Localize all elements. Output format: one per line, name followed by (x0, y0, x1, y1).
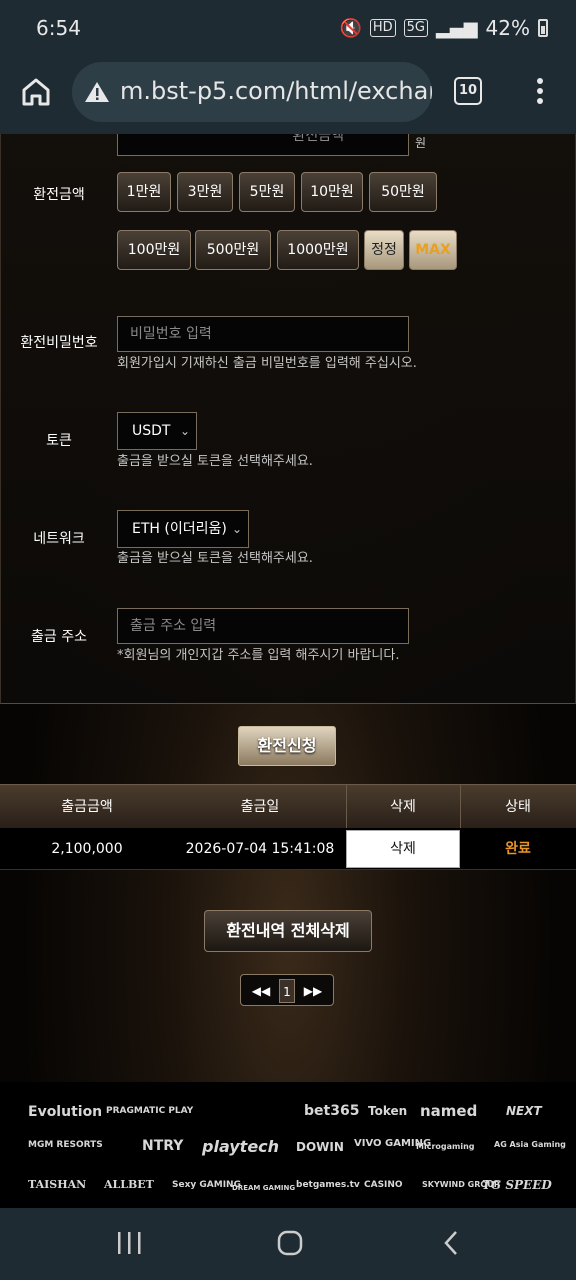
amount-button-3[interactable]: 3만원 (177, 172, 233, 212)
logo-pragmatic: PRAGMATIC PLAY (106, 1106, 194, 1116)
exchange-page: 환전금액 원 환전금액 1만원 3만원 5만원 10만원 50만원 100만원 … (0, 134, 576, 1082)
table-row: 2,100,000 2026-07-04 15:41:08 삭제 완료 (0, 828, 576, 870)
row-date: 2026-07-04 15:41:08 (185, 841, 335, 857)
first-page-icon[interactable]: ◀◀ (245, 979, 277, 1003)
amount-button-1000[interactable]: 1000만원 (277, 230, 359, 270)
browser-toolbar: m.bst-p5.com/html/exchang 10 (0, 58, 576, 134)
logo-ntry: NTRY (142, 1138, 184, 1154)
network-help: 출금을 받으실 토큰을 선택해주세요. (117, 551, 313, 566)
network-select[interactable]: ETH (이더리움) ⌄ (117, 510, 249, 548)
amount-input[interactable]: 환전금액 (117, 134, 409, 156)
logo-microgaming: Microgaming (416, 1142, 475, 1151)
logo-dowin: DOWIN (296, 1140, 344, 1154)
logo-named: named (420, 1102, 478, 1120)
pagination: ◀◀ 1 ▶▶ (240, 974, 334, 1006)
token-select[interactable]: USDT ⌄ (117, 412, 197, 450)
amount-button-100[interactable]: 100만원 (117, 230, 191, 270)
row-amount: 2,100,000 (51, 841, 123, 857)
address-bar[interactable]: m.bst-p5.com/html/exchang (72, 62, 432, 122)
max-button[interactable]: MAX (409, 230, 457, 270)
recent-apps-icon[interactable] (116, 1226, 142, 1266)
more-menu-icon[interactable] (530, 76, 550, 108)
amount-label: 환전금액 (33, 187, 85, 203)
logo-ag: AG Asia Gaming (494, 1140, 566, 1149)
clock: 6:54 (36, 16, 81, 40)
url-text: m.bst-p5.com/html/exchang (120, 77, 432, 105)
logo-bet365: bet365 (304, 1103, 360, 1119)
amount-button-1[interactable]: 1만원 (117, 172, 171, 212)
reset-button[interactable]: 정정 (364, 230, 404, 270)
delete-all-history-button[interactable]: 환전내역 전체삭제 (204, 910, 372, 952)
header-status: 상태 (505, 799, 531, 815)
signal-icon: ▂▄▆ (436, 17, 478, 39)
exchange-form: 환전금액 원 환전금액 1만원 3만원 5만원 10만원 50만원 100만원 … (0, 134, 576, 704)
address-help: *회원님의 개인지갑 주소를 입력 해주시기 바랍니다. (117, 648, 400, 663)
password-label: 환전비밀번호 (20, 335, 98, 351)
header-delete: 삭제 (390, 799, 416, 815)
amount-button-500[interactable]: 500만원 (195, 230, 271, 270)
network-label: 네트워크 (33, 531, 85, 547)
amount-button-5[interactable]: 5만원 (239, 172, 295, 212)
logo-next: NEXT (506, 1104, 542, 1118)
logo-tg-speed: TG SPEED (482, 1178, 552, 1192)
logo-mgm: MGM RESORTS (28, 1140, 103, 1150)
battery-percent: 42% (485, 16, 530, 40)
hd-icon: HD (369, 19, 396, 37)
partner-logos: Evolution PRAGMATIC PLAY bet365 Token na… (0, 1082, 576, 1208)
amount-button-10[interactable]: 10만원 (301, 172, 363, 212)
last-page-icon[interactable]: ▶▶ (297, 979, 329, 1003)
page-1-button[interactable]: 1 (279, 979, 295, 1003)
logo-playtech: playtech (202, 1137, 280, 1156)
warning-icon (84, 80, 110, 108)
logo-allbet: ALLBET (104, 1178, 154, 1191)
mute-icon: 🔇 (339, 17, 362, 39)
header-amount: 출금금액 (61, 799, 113, 815)
logo-casino: CASINO (364, 1180, 403, 1190)
logo-dream-gaming: DREAM GAMING (232, 1184, 296, 1192)
history-table-header: 출금금액 출금일 삭제 상태 (0, 784, 576, 829)
system-nav-bar (0, 1208, 576, 1280)
row-status: 완료 (505, 841, 531, 857)
exchange-submit-button[interactable]: 환전신청 (238, 726, 336, 766)
battery-icon (538, 19, 548, 37)
status-icons: 🔇 HD 5G ▂▄▆ 42% (339, 16, 548, 40)
token-help: 출금을 받으실 토큰을 선택해주세요. (117, 454, 313, 469)
back-icon[interactable] (440, 1226, 464, 1266)
chevron-down-icon: ⌄ (179, 424, 190, 438)
logo-evolution: Evolution (28, 1104, 103, 1120)
password-help: 회원가입시 기재하신 출금 비밀번호를 입력해 주십시오. (117, 356, 417, 371)
row-delete-button[interactable]: 삭제 (346, 830, 460, 868)
amount-unit: 원 (415, 136, 427, 150)
password-input[interactable]: 비밀번호 입력 (117, 316, 409, 352)
home-icon[interactable] (18, 74, 54, 110)
header-date: 출금일 (240, 799, 280, 815)
logo-token: Token (368, 1104, 408, 1118)
logo-betgames: betgames.tv (296, 1180, 360, 1190)
amount-button-50[interactable]: 50만원 (369, 172, 437, 212)
status-bar: 6:54 🔇 HD 5G ▂▄▆ 42% (0, 0, 576, 58)
tab-switcher-button[interactable]: 10 (454, 77, 482, 105)
home-nav-icon[interactable] (276, 1226, 304, 1266)
address-label: 출금 주소 (31, 629, 87, 645)
token-label: 토큰 (46, 433, 72, 449)
chevron-down-icon: ⌄ (231, 522, 242, 536)
logo-sexy-gaming: Sexy GAMING (172, 1180, 241, 1190)
logo-taishan: TAISHAN (28, 1178, 87, 1191)
network-icon: 5G (403, 19, 429, 37)
address-input[interactable]: 출금 주소 입력 (117, 608, 409, 644)
